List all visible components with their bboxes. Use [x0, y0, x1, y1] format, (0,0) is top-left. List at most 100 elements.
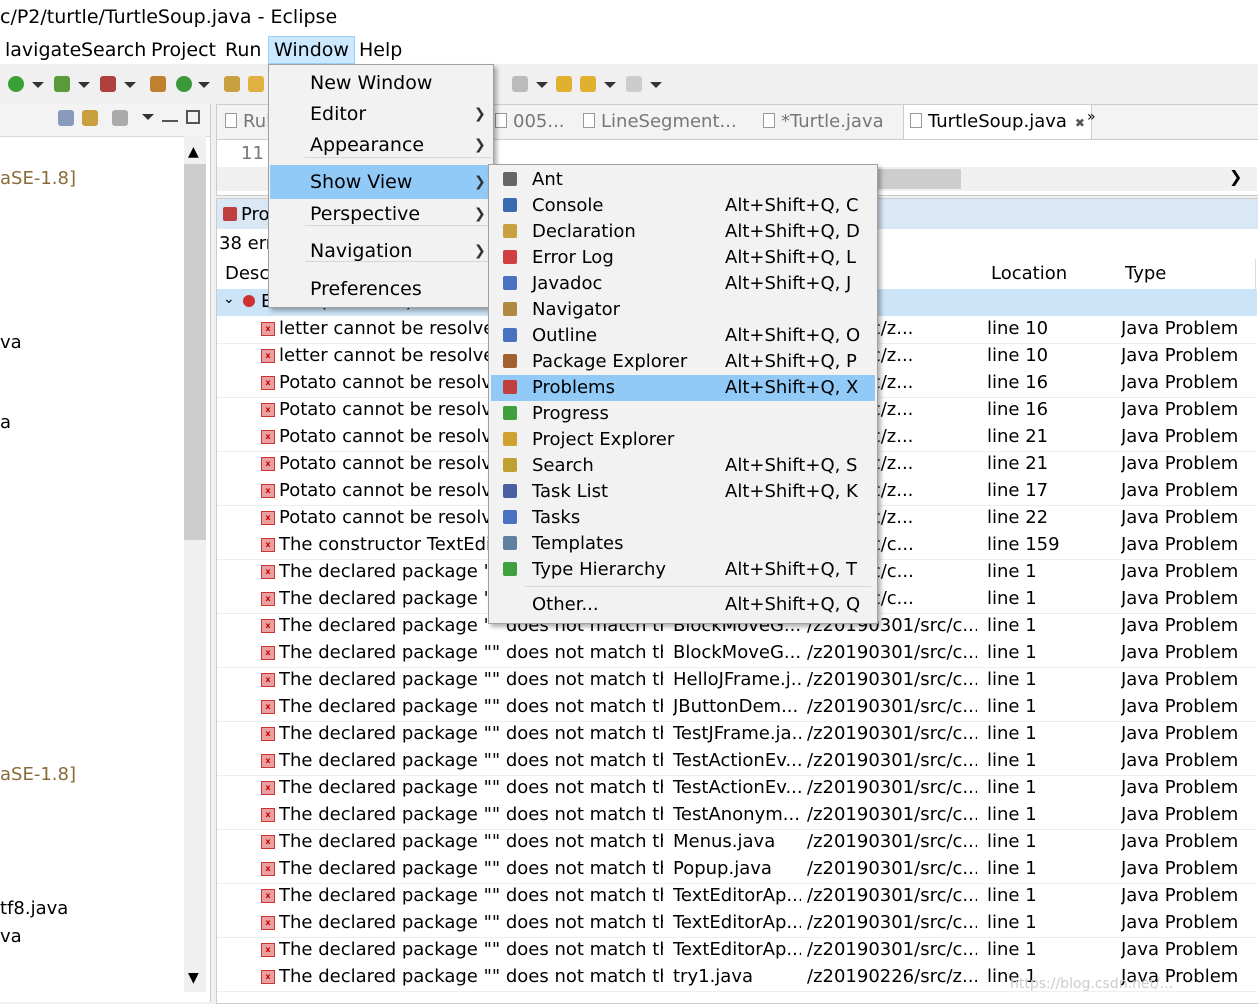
view-menu-icon[interactable]: [142, 114, 154, 120]
problem-description: The declared package "" does not match t…: [279, 939, 663, 960]
new-class-dropdown-icon[interactable]: [198, 82, 210, 88]
problems-icon: [503, 380, 517, 394]
menu-item-tasks[interactable]: Tasks: [491, 505, 875, 531]
editor-tab[interactable]: TurtleSoup.java ✖: [903, 105, 1092, 139]
open-type-icon[interactable]: [224, 76, 240, 92]
minimize-icon[interactable]: [162, 110, 178, 122]
collapse-all-icon[interactable]: [58, 110, 74, 126]
problem-type: Java Problem: [1121, 885, 1239, 906]
menu-item-preferences[interactable]: Preferences: [270, 272, 492, 306]
menu-item-declaration[interactable]: Declaration Alt+Shift+Q, D: [491, 219, 875, 245]
menu-item-editor[interactable]: Editor ❯: [270, 97, 492, 131]
tree-item[interactable]: va: [0, 926, 22, 947]
editor-tab[interactable]: LineSegment...: [583, 111, 737, 132]
menu-item-progress[interactable]: Progress: [491, 401, 875, 427]
menu-item-other[interactable]: Other... Alt+Shift+Q, Q: [491, 592, 875, 618]
menu-item-javadoc[interactable]: Javadoc Alt+Shift+Q, J: [491, 271, 875, 297]
expand-chevron-icon[interactable]: ⌄: [223, 291, 235, 307]
menu-search[interactable]: Search: [76, 37, 151, 63]
run-dropdown-icon[interactable]: [32, 82, 44, 88]
templates-icon: [503, 536, 517, 550]
tree-item[interactable]: tf8.java: [0, 898, 68, 919]
table-row[interactable]: x The declared package "" does not match …: [217, 775, 1257, 803]
forward-icon[interactable]: [626, 76, 642, 92]
menu-item-navigator[interactable]: Navigator: [491, 297, 875, 323]
debug-icon[interactable]: [54, 76, 70, 92]
back-icon[interactable]: [580, 76, 596, 92]
maximize-icon[interactable]: [186, 110, 200, 124]
menu-item-problems[interactable]: Problems Alt+Shift+Q, X: [491, 375, 875, 401]
menu-help[interactable]: Help: [354, 37, 407, 63]
last-edit-icon[interactable]: [556, 76, 572, 92]
coverage-icon[interactable]: [100, 76, 116, 92]
left-scrollbar-thumb[interactable]: [184, 164, 206, 540]
table-row[interactable]: x The declared package "" does not match …: [217, 721, 1257, 749]
new-class-icon[interactable]: [176, 76, 192, 92]
problem-resource: TextEditorAp...: [673, 885, 801, 906]
problem-path: /z20190301/src/c...: [807, 669, 977, 690]
table-row[interactable]: x The declared package "" does not match …: [217, 802, 1257, 830]
table-row[interactable]: x The declared package "" does not match …: [217, 883, 1257, 911]
menu-item-project-explorer[interactable]: Project Explorer: [491, 427, 875, 453]
problem-location: line 1: [987, 669, 1037, 690]
problem-location: line 10: [987, 318, 1049, 339]
table-row[interactable]: x The declared package "" does not match …: [217, 667, 1257, 695]
problem-resource: TestAnonym...: [673, 804, 800, 825]
menu-item-new-window[interactable]: New Window: [270, 66, 492, 100]
scroll-right-icon[interactable]: ❯: [1229, 167, 1242, 186]
editor-tab[interactable]: Rul: [225, 111, 271, 132]
toggle-breadcrumb-icon[interactable]: [512, 76, 528, 92]
menu-item-ant[interactable]: Ant: [491, 167, 875, 193]
problem-type: Java Problem: [1121, 642, 1239, 663]
tree-item[interactable]: aSE-1.8]: [0, 764, 76, 785]
run-icon[interactable]: [8, 76, 24, 92]
tree-item[interactable]: va: [0, 332, 22, 353]
menu-window[interactable]: Window: [268, 36, 355, 64]
menu-item-task-list[interactable]: Task List Alt+Shift+Q, K: [491, 479, 875, 505]
table-row[interactable]: x The declared package "" does not match …: [217, 694, 1257, 722]
tree-item[interactable]: a: [0, 412, 11, 433]
focus-task-icon[interactable]: [112, 110, 128, 126]
breadcrumb-dropdown-icon[interactable]: [536, 82, 548, 88]
error-icon: x: [261, 808, 275, 822]
debug-dropdown-icon[interactable]: [78, 82, 90, 88]
menu-run[interactable]: Run: [220, 37, 266, 63]
more-tabs-icon[interactable]: »: [1087, 109, 1096, 125]
menu-item-navigation[interactable]: Navigation ❯: [270, 234, 492, 268]
menu-item-type-hierarchy[interactable]: Type Hierarchy Alt+Shift+Q, T: [491, 557, 875, 583]
menu-navigate[interactable]: lavigate: [0, 37, 86, 63]
table-row[interactable]: x The declared package "" does not match …: [217, 856, 1257, 884]
forward-dropdown-icon[interactable]: [650, 82, 662, 88]
table-row[interactable]: x The declared package "" does not match …: [217, 937, 1257, 965]
error-icon: x: [261, 835, 275, 849]
table-row[interactable]: x The declared package "" does not match …: [217, 748, 1257, 776]
scroll-down-icon[interactable]: ▼: [188, 970, 199, 986]
menu-item-error-log[interactable]: Error Log Alt+Shift+Q, L: [491, 245, 875, 271]
table-row[interactable]: x The declared package "" does not match …: [217, 910, 1257, 938]
close-tab-icon[interactable]: ✖: [1075, 116, 1085, 130]
problem-description: The declared package "" does not match t…: [279, 723, 663, 744]
link-editor-icon[interactable]: [82, 110, 98, 126]
menu-project[interactable]: Project: [146, 37, 221, 63]
menu-item-outline[interactable]: Outline Alt+Shift+Q, O: [491, 323, 875, 349]
table-row[interactable]: x The declared package "" does not match …: [217, 640, 1257, 668]
type-column-header[interactable]: Type: [1117, 259, 1256, 289]
menu-item-shortcut: Alt+Shift+Q, L: [725, 247, 857, 268]
menu-item-console[interactable]: Console Alt+Shift+Q, C: [491, 193, 875, 219]
coverage-dropdown-icon[interactable]: [124, 82, 136, 88]
back-dropdown-icon[interactable]: [604, 82, 616, 88]
tree-item[interactable]: aSE-1.8]: [0, 168, 76, 189]
new-package-icon[interactable]: [150, 76, 166, 92]
scroll-up-icon[interactable]: ▲: [188, 144, 199, 160]
menu-item-show-view[interactable]: Show View ❯: [270, 165, 492, 199]
open-folder-icon[interactable]: [248, 76, 264, 92]
location-column-header[interactable]: Location: [983, 259, 1118, 289]
table-row[interactable]: x The declared package "" does not match …: [217, 829, 1257, 857]
menu-item-package-explorer[interactable]: Package Explorer Alt+Shift+Q, P: [491, 349, 875, 375]
editor-scrollbar-thumb[interactable]: [877, 169, 961, 189]
menu-item-search[interactable]: Search Alt+Shift+Q, S: [491, 453, 875, 479]
problems-tab[interactable]: Pro: [241, 204, 270, 225]
menu-item-templates[interactable]: Templates: [491, 531, 875, 557]
editor-tab[interactable]: 005...: [495, 111, 565, 132]
editor-tab[interactable]: *Turtle.java: [763, 111, 884, 132]
